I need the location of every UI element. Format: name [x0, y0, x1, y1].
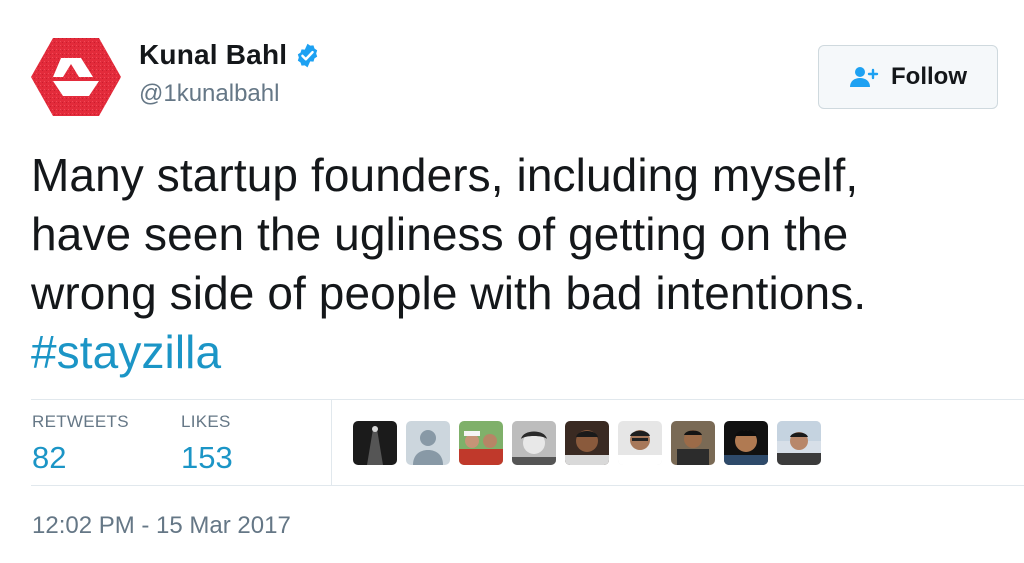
add-user-icon	[850, 67, 879, 87]
hashtag-link[interactable]: #stayzilla	[31, 326, 221, 378]
tweet-line: have seen the ugliness of getting on the	[31, 208, 849, 260]
verified-badge-icon	[298, 43, 318, 67]
liker-avatar[interactable]	[671, 421, 715, 465]
liker-avatar[interactable]	[565, 421, 609, 465]
retweets-count: 82	[32, 440, 67, 475]
follow-button[interactable]: Follow	[818, 45, 998, 109]
liker-avatar[interactable]	[512, 421, 556, 465]
liker-avatar[interactable]	[406, 421, 450, 465]
user-name-row[interactable]: Kunal Bahl	[139, 39, 321, 71]
liker-avatar[interactable]	[777, 421, 821, 465]
likes-count: 153	[181, 440, 233, 475]
tweet-timestamp[interactable]: 12:02 PM - 15 Mar 2017	[32, 512, 291, 540]
divider	[31, 399, 1024, 400]
retweets-stat[interactable]: RETWEETS 82	[32, 412, 129, 476]
divider	[331, 399, 332, 485]
tweet-text: Many startup founders, including myself,…	[31, 146, 991, 382]
user-handle[interactable]: @1kunalbahl	[139, 80, 279, 108]
tweet-line: Many startup founders, including myself,	[31, 149, 859, 201]
follow-button-label: Follow	[891, 63, 967, 90]
user-name[interactable]: Kunal Bahl	[139, 39, 287, 71]
likes-stat[interactable]: LIKES 153	[181, 412, 233, 476]
profile-avatar[interactable]	[31, 36, 121, 118]
retweets-label: RETWEETS	[32, 412, 129, 431]
liker-avatars	[353, 421, 830, 465]
likes-label: LIKES	[181, 412, 231, 431]
liker-avatar[interactable]	[724, 421, 768, 465]
liker-avatar[interactable]	[353, 421, 397, 465]
liker-avatar[interactable]	[618, 421, 662, 465]
liker-avatar[interactable]	[459, 421, 503, 465]
tweet-line: wrong side of people with bad intentions…	[31, 267, 867, 319]
divider	[31, 485, 1024, 486]
